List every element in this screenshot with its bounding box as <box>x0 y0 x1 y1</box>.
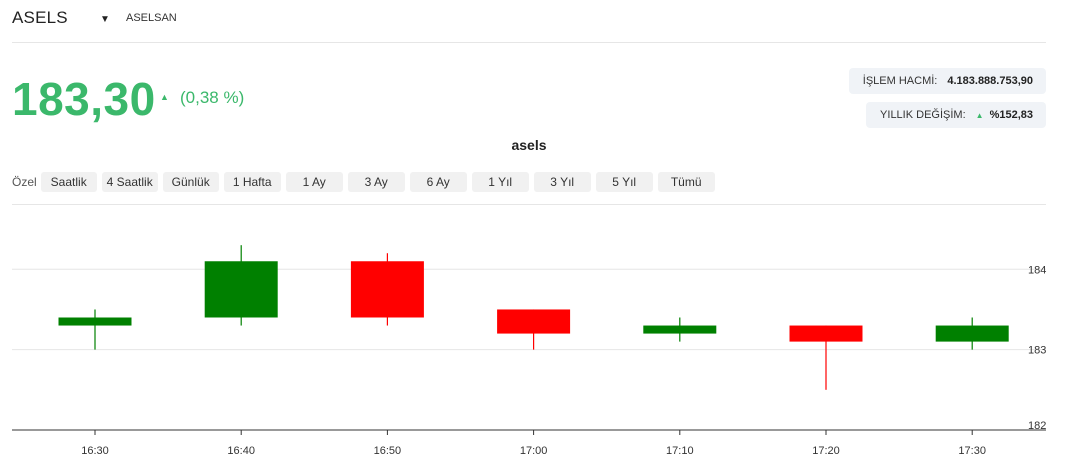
x-tick-label: 17:10 <box>666 445 694 457</box>
y-tick-label: 184 <box>1028 264 1046 276</box>
x-tick-label: 16:40 <box>227 445 255 457</box>
y-tick-label: 182 <box>1028 420 1046 432</box>
stock-page: ASELS ▼ ASELSAN 183,30 ▲ (0,38 %) İŞLEM … <box>0 0 1080 474</box>
candle-body <box>58 317 132 326</box>
x-tick-label: 17:20 <box>812 445 840 457</box>
candlestick-chart[interactable]: 182 183 184 16:30 16:40 16:50 17:00 17:10 17:20 1… <box>0 0 1080 474</box>
candle-body <box>497 309 571 334</box>
x-tick-label: 16:50 <box>374 445 402 457</box>
candle-body <box>789 325 863 342</box>
candle-body <box>350 261 424 318</box>
candle-body <box>204 261 278 318</box>
candle-body <box>935 325 1009 342</box>
candle-body <box>643 325 717 334</box>
x-tick-label: 16:30 <box>81 445 109 457</box>
y-tick-label: 183 <box>1028 345 1046 357</box>
x-tick-label: 17:00 <box>520 445 548 457</box>
x-tick-label: 17:30 <box>958 445 986 457</box>
